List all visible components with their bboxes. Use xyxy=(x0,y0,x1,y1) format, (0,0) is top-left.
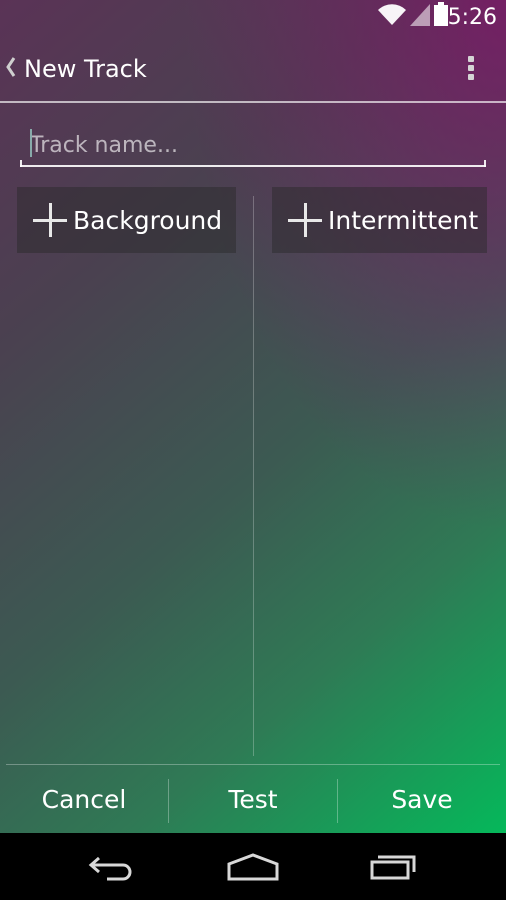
add-intermittent-button[interactable]: Intermittent xyxy=(272,187,487,253)
track-name-field xyxy=(20,123,486,167)
action-bar-divider xyxy=(0,101,506,103)
battery-icon xyxy=(434,2,448,30)
add-background-button[interactable]: Background xyxy=(17,187,236,253)
overflow-menu-icon[interactable] xyxy=(466,56,476,86)
status-icons xyxy=(378,2,448,30)
recent-apps-icon[interactable] xyxy=(344,833,444,900)
text-cursor xyxy=(30,129,32,157)
add-intermittent-label: Intermittent xyxy=(328,205,479,235)
signal-icon xyxy=(410,4,430,30)
screen: 5:26 New Track Background Intermittent C… xyxy=(0,0,506,900)
save-button[interactable]: Save xyxy=(338,765,506,833)
chevron-left-icon[interactable] xyxy=(5,56,17,84)
bottom-button-bar: Cancel Test Save xyxy=(0,765,506,833)
page-title[interactable]: New Track xyxy=(24,53,147,85)
input-underline xyxy=(20,160,486,167)
column-divider xyxy=(253,196,254,756)
cancel-button[interactable]: Cancel xyxy=(0,765,168,833)
home-icon[interactable] xyxy=(203,833,303,900)
wifi-icon xyxy=(378,4,406,30)
plus-icon xyxy=(33,203,67,237)
status-bar: 5:26 xyxy=(0,0,506,36)
track-name-input[interactable] xyxy=(20,123,486,163)
add-background-label: Background xyxy=(73,205,223,235)
back-arrow-icon[interactable] xyxy=(62,833,162,900)
navigation-bar xyxy=(0,833,506,900)
test-button[interactable]: Test xyxy=(169,765,337,833)
plus-icon xyxy=(288,203,322,237)
status-time: 5:26 xyxy=(447,5,497,30)
action-bar: New Track xyxy=(0,36,506,102)
